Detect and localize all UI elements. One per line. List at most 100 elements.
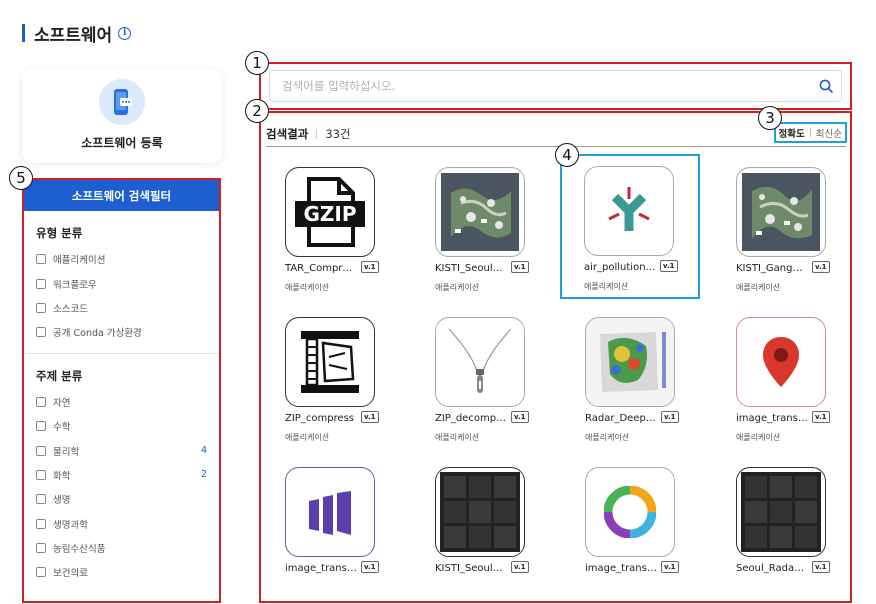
phone-chat-icon [114,89,132,115]
filter-item[interactable]: 생명과학 [24,512,219,536]
search-area [259,62,852,110]
software-name: TAR_Compress [285,263,357,274]
checkbox[interactable] [36,302,46,313]
version-badge: v.1 [812,411,830,423]
search-icon[interactable] [811,79,841,93]
software-category: 애플리케이션 [435,433,480,442]
software-name: image_trans… [285,563,357,574]
software-card[interactable]: ZIP_compress v.1 애플리케이션 [261,306,401,451]
software-name: KISTI_Seoul… [435,263,503,274]
filter-item[interactable]: 물리학 4 [24,438,219,462]
software-name: Seoul_Radar… [736,563,808,574]
software-card[interactable]: Seoul_Radar… v.1 [712,456,850,601]
version-badge: v.1 [812,261,830,273]
software-category: 애플리케이션 [585,433,630,442]
gzip-icon: GZIP [285,167,375,257]
search-input[interactable] [282,79,811,93]
y-shape-logo-icon [584,166,674,256]
software-category: 애플리케이션 [736,433,781,442]
checkbox[interactable] [36,396,46,407]
software-category: 애플리케이션 [285,283,330,292]
annotation-marker-3: 3 [758,106,782,130]
purple-bars-icon [285,467,375,557]
filter-item[interactable]: 애플리케이션 [24,247,219,271]
software-card-highlighted[interactable]: air_pollution… v.1 애플리케이션 [560,154,700,299]
register-label: 소프트웨어 등록 [81,136,163,150]
software-name: Radar_Deep… [585,413,656,424]
filter-header: 소프트웨어 검색필터 [24,180,219,211]
version-badge: v.1 [511,411,529,423]
software-card[interactable]: KISTI_Seoul… v.1 애플리케이션 [411,156,551,301]
version-badge: v.1 [361,561,379,573]
software-name: ZIP_decomp… [435,413,507,424]
version-badge: v.1 [511,261,529,273]
checkbox[interactable] [36,494,46,505]
software-name: KISTI_Gang… [736,263,803,274]
svg-text:GZIP: GZIP [303,202,356,226]
software-name: air_pollution… [584,262,656,273]
register-circle [99,79,145,125]
checkbox[interactable] [36,445,46,456]
info-icon[interactable]: i [118,26,132,40]
software-card[interactable]: image_trans… v.1 [261,456,401,601]
annotation-marker-1: 1 [245,51,269,75]
annotation-marker-5: 5 [9,166,33,190]
filter-item[interactable]: 공개 Conda 가상환경 [24,320,219,344]
results-grid: GZIP TAR_Compress v.1 애플리케이션 KISTI_Seoul… [261,113,850,601]
software-card[interactable]: image_trans… v.1 애플리케이션 [712,306,850,451]
version-badge: v.1 [661,561,679,573]
checkbox[interactable] [36,421,46,432]
software-category: 애플리케이션 [736,283,781,292]
dark-grid-icon [435,467,525,557]
page-title: 소프트웨어 i [22,22,132,46]
dark-grid-icon [736,467,826,557]
checkbox[interactable] [36,469,46,480]
checkbox[interactable] [36,327,46,338]
software-category: 애플리케이션 [435,283,480,292]
filter-section-type: 유형 분류 [36,226,83,240]
version-badge: v.1 [812,561,830,573]
annotation-marker-4: 4 [555,143,579,167]
radar-map-icon [585,317,675,407]
checkbox[interactable] [36,567,46,578]
software-card[interactable]: image_trans… v.1 [561,456,701,601]
zip-compress-icon [285,317,375,407]
version-badge: v.1 [511,561,529,573]
search-results-panel: 검색결과 33건 정확도 최신순 GZIP TAR_Compress v.1 애… [259,111,852,603]
version-badge: v.1 [660,260,678,272]
filter-item[interactable]: 워크플로우 [24,271,219,295]
search-field-wrapper [269,70,842,102]
filter-item[interactable]: 수학 [24,414,219,438]
title-accent-bar [22,24,25,42]
filter-item[interactable]: 자연 [24,390,219,414]
page-title-text: 소프트웨어 [34,25,113,46]
checkbox[interactable] [36,543,46,554]
checkbox[interactable] [36,278,46,289]
annotation-marker-2: 2 [245,99,269,123]
software-category: 애플리케이션 [285,433,330,442]
filter-section-subject: 주제 분류 [36,368,83,383]
weather-map-icon [435,167,525,257]
filter-item[interactable]: 소스코드 [24,296,219,320]
register-software-button[interactable]: 소프트웨어 등록 [22,69,222,163]
version-badge: v.1 [661,411,679,423]
color-ring-icon [585,467,675,557]
software-card[interactable]: ZIP_decomp… v.1 애플리케이션 [411,306,551,451]
checkbox[interactable] [36,518,46,529]
software-card[interactable]: GZIP TAR_Compress v.1 애플리케이션 [261,156,401,301]
software-name: image_trans… [585,563,657,574]
checkbox[interactable] [36,254,46,265]
filter-item[interactable]: 화학 2 [24,463,219,487]
zipper-icon [435,317,525,407]
software-filter-panel: 소프트웨어 검색필터 유형 분류 애플리케이션 워크플로우 소스코드 공개 Co… [22,178,221,603]
software-card[interactable]: KISTI_Gang… v.1 애플리케이션 [712,156,850,301]
version-badge: v.1 [361,411,379,423]
software-name: ZIP_compress [285,413,354,424]
software-card[interactable]: Radar_Deep… v.1 애플리케이션 [561,306,701,451]
software-card[interactable]: KISTI_Seoul… v.1 [411,456,551,601]
filter-item[interactable]: 농림수산식품 [24,536,219,560]
map-pin-icon [736,317,826,407]
filter-item[interactable]: 보건의료 [24,560,219,584]
software-category: 애플리케이션 [584,282,629,291]
filter-item[interactable]: 생명 [24,487,219,511]
